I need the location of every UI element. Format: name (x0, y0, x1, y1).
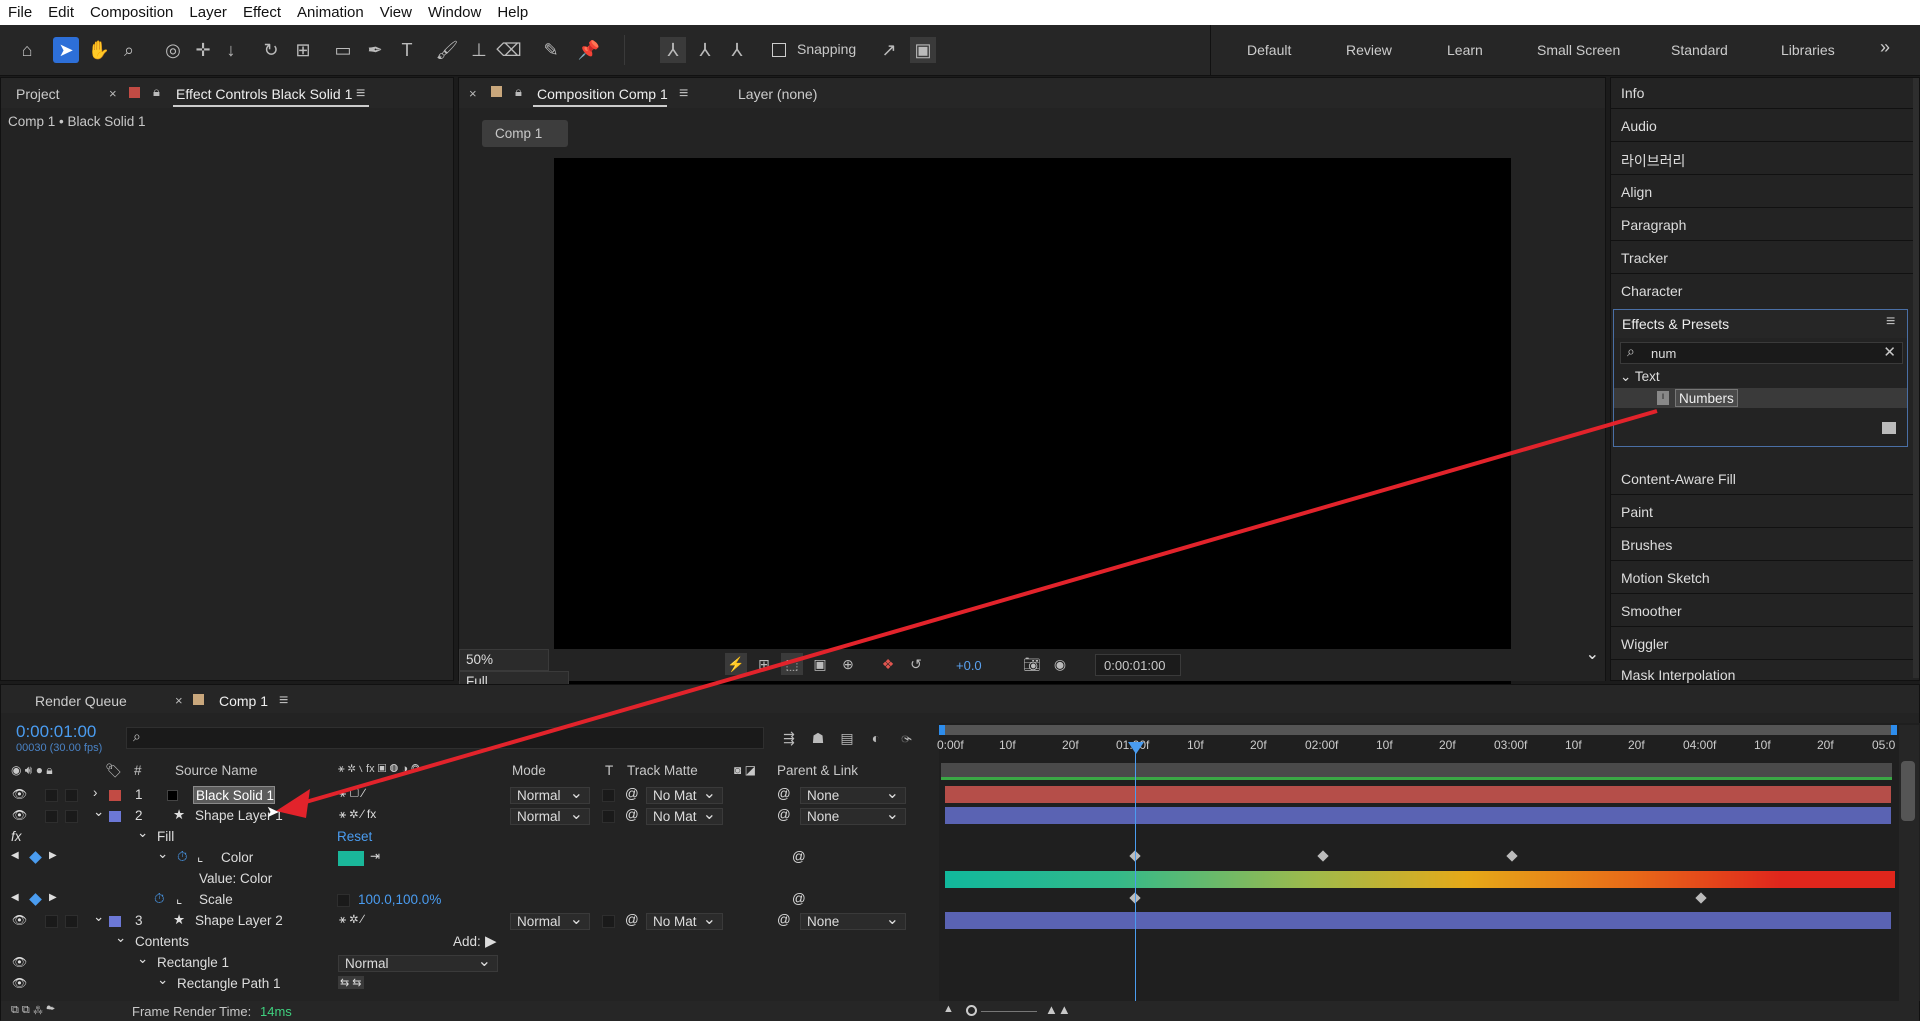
annotation-arrow-head (276, 789, 310, 818)
annotation-arrow (276, 409, 1658, 818)
mouse-cursor-icon: ➤ (266, 804, 280, 821)
annotation-arrow-line (291, 409, 1658, 808)
